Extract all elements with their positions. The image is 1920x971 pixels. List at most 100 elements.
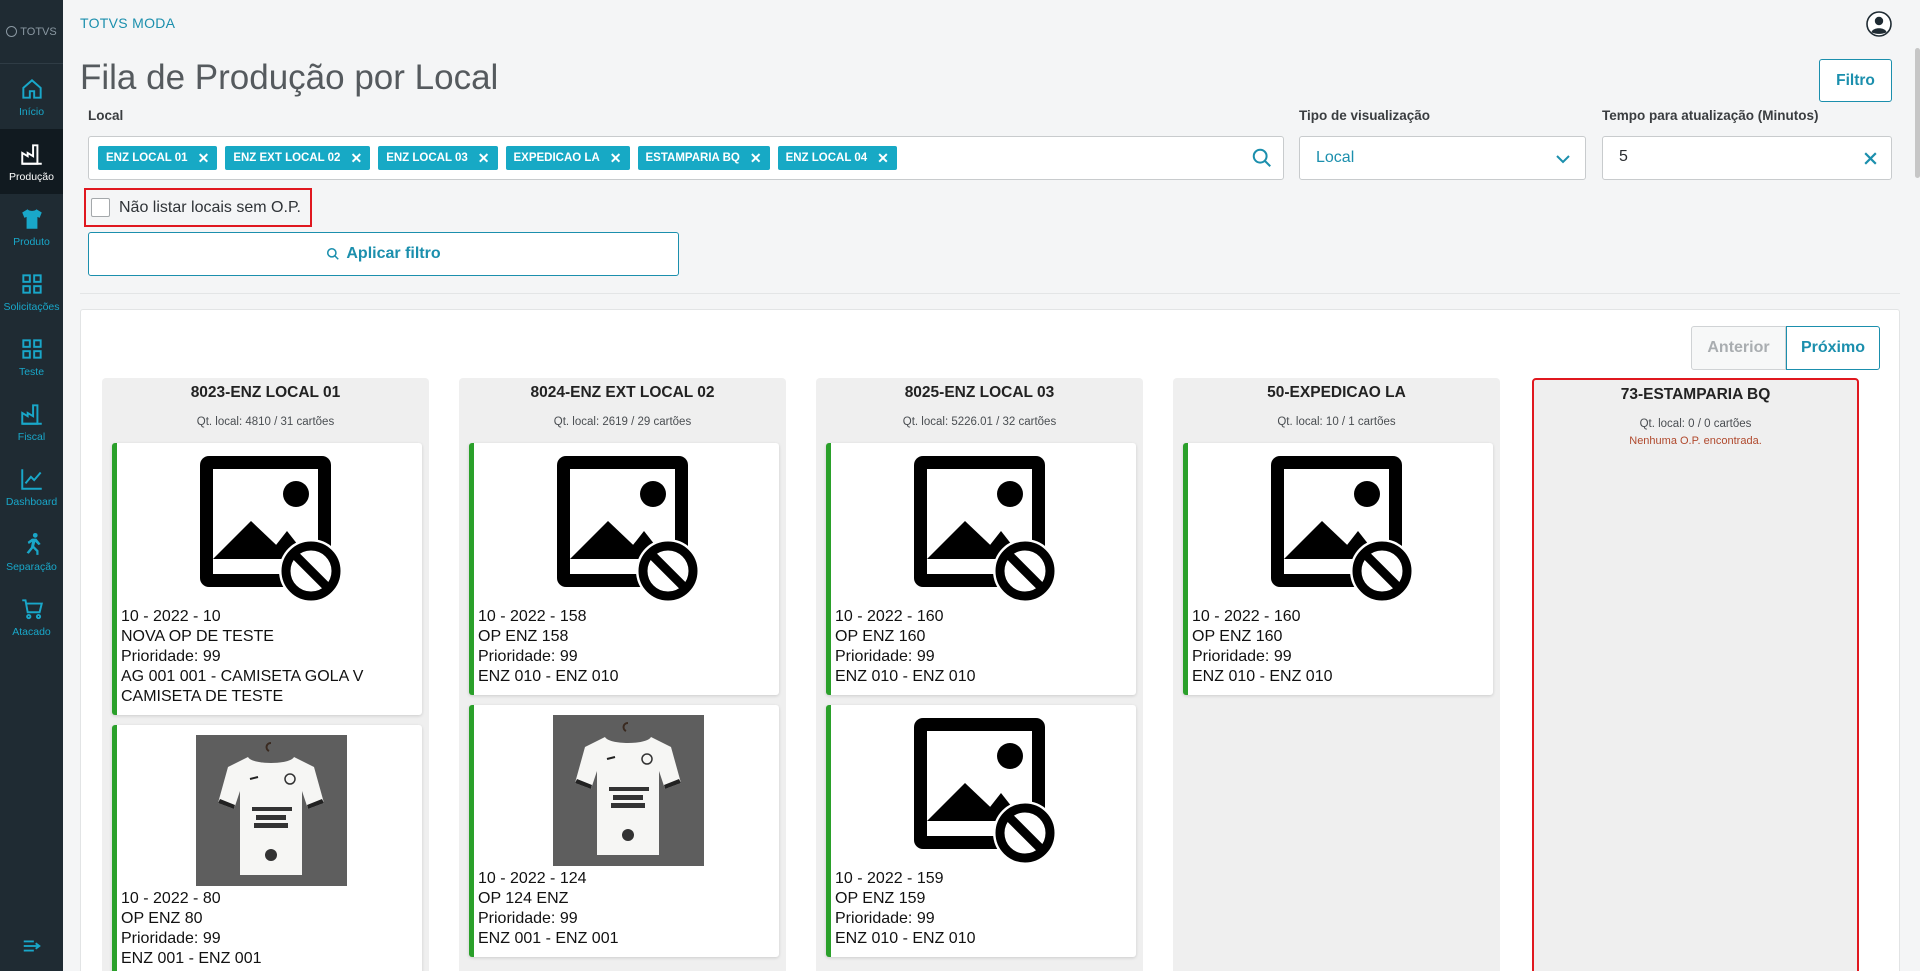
clear-icon[interactable] (1862, 150, 1879, 167)
sidebar-item-produto[interactable]: Produto (0, 194, 63, 259)
card-details: 10 - 2022 - 158 OP ENZ 158 Prioridade: 99 E… (478, 607, 619, 687)
sidebar-item-atacado[interactable]: Atacado (0, 584, 63, 649)
sidebar-item-separacao[interactable]: Separação (0, 519, 63, 584)
card-detail-line: Prioridade: 99 (121, 930, 221, 947)
sidebar-item-fiscal[interactable]: Fiscal (0, 389, 63, 454)
local-tag-label: EXPEDICAO LA (513, 152, 600, 164)
no-image-icon (552, 451, 703, 604)
local-tag: ENZ LOCAL 04 ✕ (777, 146, 897, 170)
local-tag-label: ENZ LOCAL 01 (106, 152, 188, 164)
hide-empty-locals-label[interactable]: Não listar locais sem O.P. (119, 199, 301, 217)
card-details: 10 - 2022 - 160 OP ENZ 160 Prioridade: 99 E… (1192, 607, 1333, 687)
location-column: 8023-ENZ LOCAL 01 Qt. local: 4810 / 31 ca… (102, 378, 429, 971)
sidebar-item-solicitacoes[interactable]: Solicitações (0, 259, 63, 324)
view-type-select[interactable]: Local (1299, 136, 1586, 180)
remove-tag-icon[interactable]: ✕ (478, 150, 490, 167)
location-column: 50-EXPEDICAO LA Qt. local: 10 / 1 cartões… (1173, 378, 1500, 971)
op-card[interactable]: 10 - 2022 - 80 OP ENZ 80 Prioridade: 99 ENZ… (112, 725, 422, 971)
local-multiselect[interactable]: ENZ LOCAL 01 ✕ ENZ EXT LOCAL 02 ✕ ENZ LOCAL … (88, 136, 1284, 180)
card-detail-line: Prioridade: 99 (835, 648, 935, 665)
remove-tag-icon[interactable]: ✕ (877, 150, 889, 167)
remove-tag-icon[interactable]: ✕ (750, 150, 762, 167)
card-detail-line: AG 001 001 - CAMISETA GOLA V (121, 668, 364, 685)
local-tag-label: ESTAMPARIA BQ (645, 152, 740, 164)
sidebar-item-teste[interactable]: Teste (0, 324, 63, 389)
no-image-icon (195, 451, 346, 604)
product-photo (553, 715, 704, 866)
card-detail-line: 10 - 2022 - 10 (121, 608, 221, 625)
grid-icon (21, 273, 42, 294)
page-scrollbar[interactable] (1915, 48, 1920, 178)
column-title: 8024-ENZ EXT LOCAL 02 (530, 384, 715, 401)
local-tag-list: ENZ LOCAL 01 ✕ ENZ EXT LOCAL 02 ✕ ENZ LOCAL … (89, 137, 1283, 179)
column-subtitle: Qt. local: 4810 / 31 cartões (196, 416, 335, 428)
collapse-menu-button[interactable] (0, 935, 63, 957)
totvs-logo: TOTVS (0, 0, 63, 64)
app-name: TOTVS MODA (80, 15, 176, 31)
no-image-icon (1266, 451, 1417, 604)
location-column: 73-ESTAMPARIA BQ Qt. local: 0 / 0 cartões… (1532, 378, 1859, 971)
sidebar-item-label: Separação (6, 560, 57, 573)
local-tag: ENZ EXT LOCAL 02 ✕ (225, 146, 371, 170)
view-type-label: Tipo de visualização (1299, 108, 1431, 123)
location-column: 8025-ENZ LOCAL 03 Qt. local: 5226.01 / 32… (816, 378, 1143, 971)
divider (80, 293, 1900, 294)
apply-filter-button[interactable]: Aplicar filtro (88, 232, 679, 276)
hide-empty-locals-checkbox[interactable] (91, 198, 110, 217)
location-column: 8024-ENZ EXT LOCAL 02 Qt. local: 2619 / 2… (459, 378, 786, 971)
op-card[interactable]: 10 - 2022 - 160 OP ENZ 160 Prioridade: 99 E… (1183, 443, 1493, 695)
local-tag-label: ENZ EXT LOCAL 02 (233, 152, 341, 164)
no-image-icon (909, 713, 1060, 866)
factory-icon (20, 143, 42, 165)
remove-tag-icon[interactable]: ✕ (350, 150, 362, 167)
sidebar-item-dashboard[interactable]: Dashboard (0, 454, 63, 519)
card-detail-line: NOVA OP DE TESTE (121, 628, 274, 645)
hide-empty-locals-checkbox-wrap: Não listar locais sem O.P. (84, 188, 312, 227)
card-detail-line: 10 - 2022 - 160 (835, 608, 944, 625)
no-image-icon (909, 451, 1060, 604)
card-details: 10 - 2022 - 10 NOVA OP DE TESTE Prioridade… (121, 607, 363, 707)
sidebar-item-label: Solicitações (3, 300, 60, 313)
sidebar-item-label: Fiscal (17, 430, 46, 443)
shirt-icon (21, 208, 42, 229)
card-detail-line: 10 - 2022 - 158 (478, 608, 587, 625)
sidebar-item-label: Produção (9, 170, 54, 183)
sidebar-item-producao[interactable]: Produção (0, 129, 63, 194)
op-card[interactable]: 10 - 2022 - 159 OP ENZ 159 Prioridade: 99 E… (826, 705, 1136, 957)
factory-icon (20, 403, 42, 425)
remove-tag-icon[interactable]: ✕ (198, 150, 210, 167)
sidebar-item-inicio[interactable]: Início (0, 64, 63, 129)
sidebar-item-label: Teste (18, 365, 45, 378)
remove-tag-icon[interactable]: ✕ (610, 150, 622, 167)
op-card[interactable]: 10 - 2022 - 158 OP ENZ 158 Prioridade: 99 E… (469, 443, 779, 695)
search-icon (327, 247, 340, 260)
card-detail-line: OP ENZ 159 (835, 890, 926, 907)
column-title: 50-EXPEDICAO LA (1267, 384, 1406, 401)
search-icon[interactable] (1251, 147, 1273, 169)
card-details: 10 - 2022 - 124 OP 124 ENZ Prioridade: 99 E… (478, 869, 619, 949)
chart-icon (20, 468, 42, 490)
page-title: Fila de Produção por Local (80, 58, 499, 97)
op-card[interactable]: 10 - 2022 - 124 OP 124 ENZ Prioridade: 99 E… (469, 705, 779, 957)
card-detail-line: OP ENZ 80 (121, 910, 203, 927)
grid-icon (21, 338, 42, 359)
op-card[interactable]: 10 - 2022 - 160 OP ENZ 160 Prioridade: 99 E… (826, 443, 1136, 695)
op-card[interactable]: 10 - 2022 - 10 NOVA OP DE TESTE Prioridade… (112, 443, 422, 715)
filter-button[interactable]: Filtro (1819, 59, 1892, 102)
previous-page-button[interactable]: Anterior (1691, 326, 1786, 370)
empty-message: Nenhuma O.P. encontrada. (1629, 435, 1762, 447)
column-subtitle: Qt. local: 2619 / 29 cartões (553, 416, 692, 428)
home-icon (21, 78, 42, 99)
user-avatar-icon[interactable] (1866, 11, 1892, 37)
column-subtitle: Qt. local: 0 / 0 cartões (1639, 418, 1752, 430)
local-tag-label: ENZ LOCAL 03 (386, 152, 468, 164)
sidebar-item-label: Atacado (12, 625, 51, 638)
card-details: 10 - 2022 - 160 OP ENZ 160 Prioridade: 99 E… (835, 607, 976, 687)
next-page-button[interactable]: Próximo (1786, 326, 1880, 370)
card-detail-line: ENZ 010 - ENZ 010 (835, 930, 976, 947)
refresh-time-value: 5 (1619, 148, 1628, 165)
card-detail-line: ENZ 001 - ENZ 001 (478, 930, 619, 947)
column-title: 8025-ENZ LOCAL 03 (904, 384, 1055, 401)
collapse-menu-icon (23, 940, 41, 952)
refresh-time-input[interactable]: 5 (1602, 136, 1892, 180)
